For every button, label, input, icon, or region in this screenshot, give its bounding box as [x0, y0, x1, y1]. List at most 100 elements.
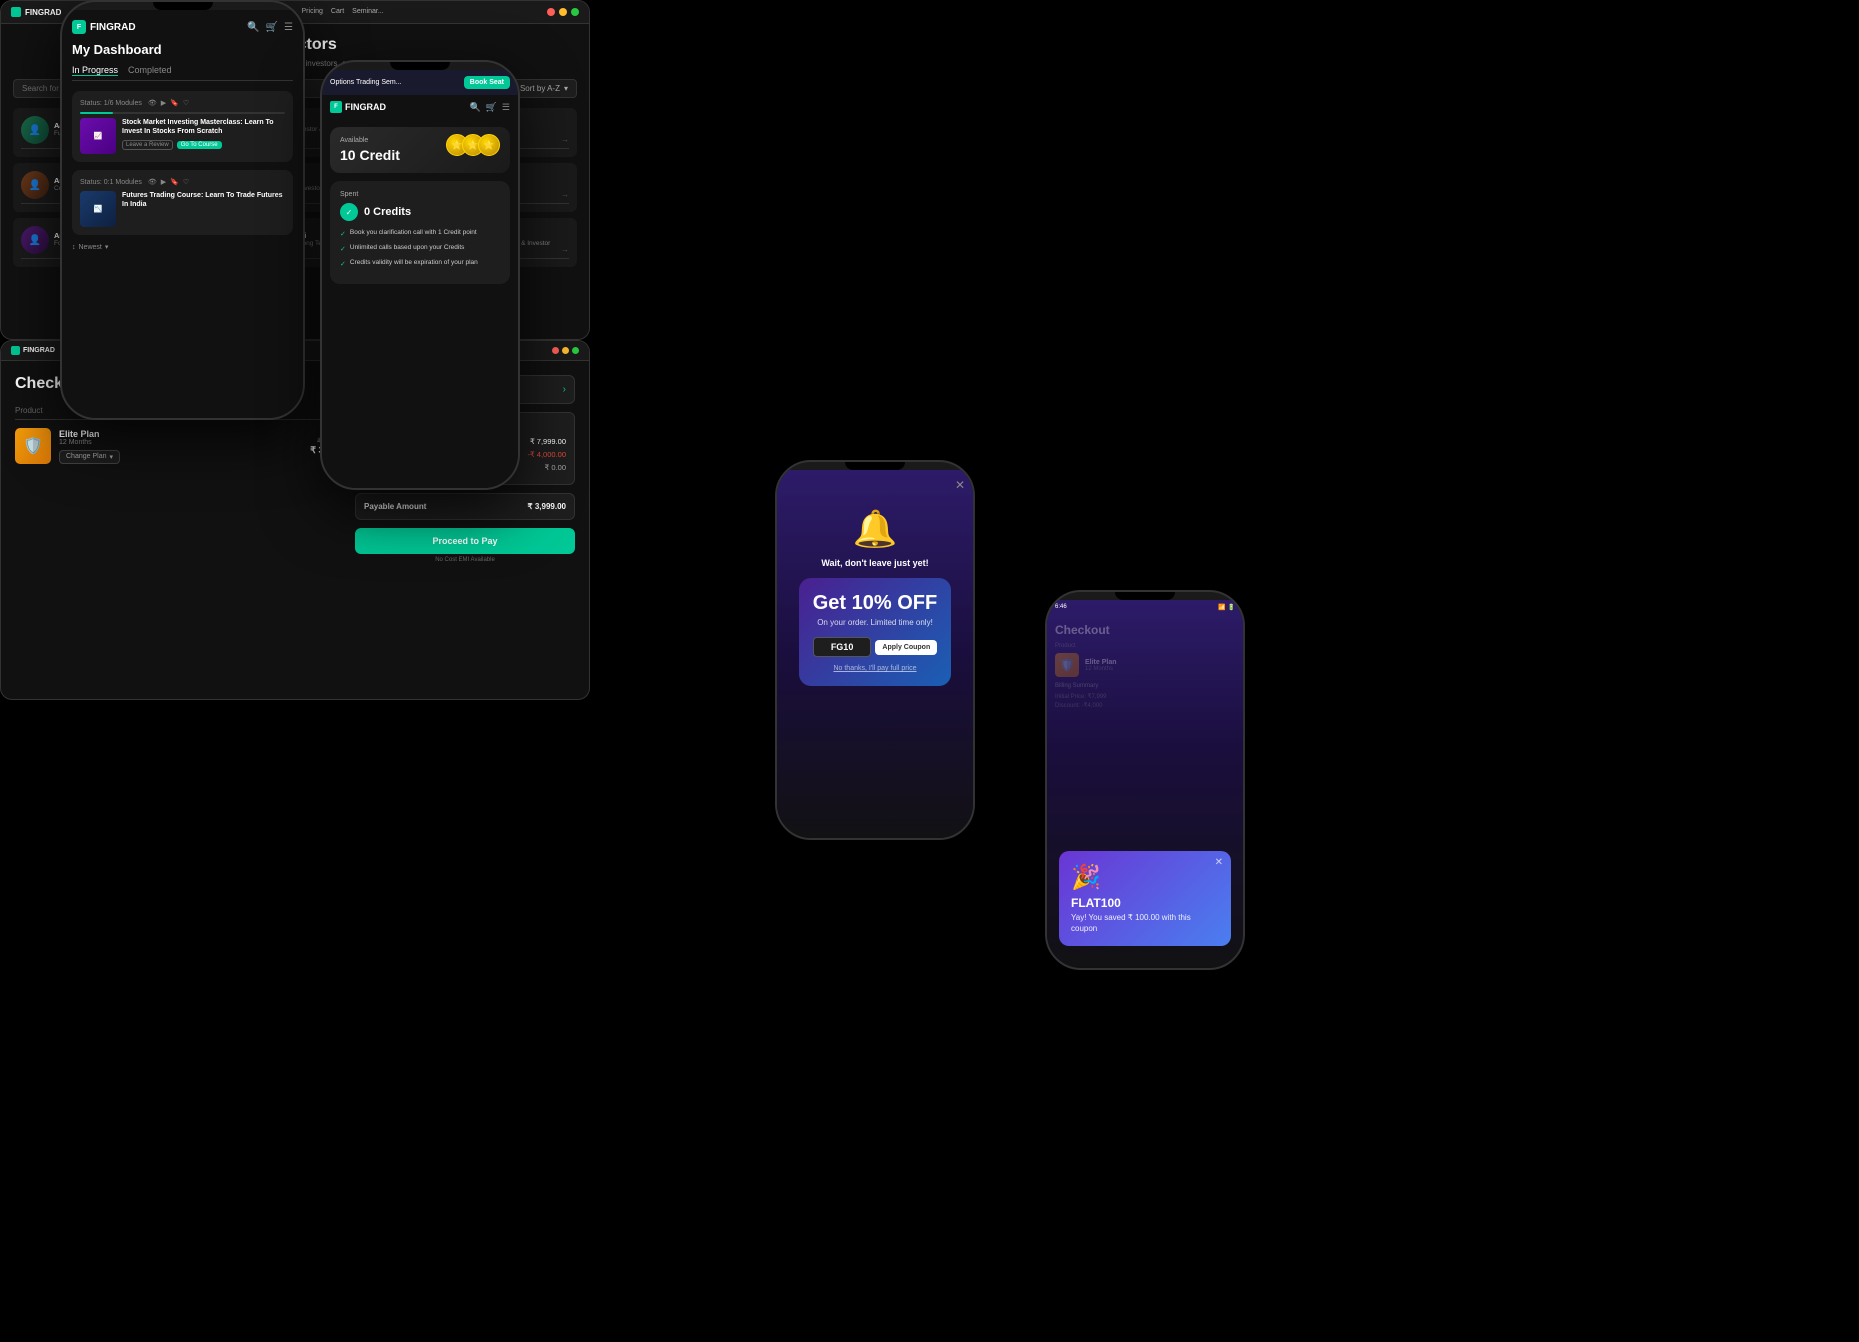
zero-credits-icon: ✓ [340, 203, 358, 221]
arrow-icon-5[interactable]: → [561, 190, 569, 199]
check-icon-3: ✓ [340, 260, 346, 269]
status-bar: 6:46 📶 🔋 [1047, 600, 1243, 615]
exit-popup-phone: ✕ 🔔 Wait, don't leave just yet! Get 10% … [775, 460, 975, 840]
search-icon-credits[interactable]: 🔍 [469, 102, 480, 113]
coin-3: ⭐ [478, 134, 500, 156]
benefit-1: ✓ Book you clarification call with 1 Cre… [340, 229, 500, 239]
exit-apply-coupon-button[interactable]: Apply Coupon [875, 640, 937, 655]
credits-nav: F FINGRAD 🔍 🛒 ☰ [322, 95, 518, 119]
co-close-btn[interactable] [552, 347, 559, 354]
phone-notch [153, 2, 213, 10]
party-emoji: 🎉 [1071, 863, 1219, 892]
exit-top-bar: ✕ [777, 470, 973, 500]
course-status-2: Status: 0:1 Modules 👁 ▶ 🔖 ♡ [80, 178, 285, 186]
phone-notch-3 [845, 462, 905, 470]
item-name: Elite Plan [59, 429, 302, 439]
tab-completed[interactable]: Completed [128, 65, 172, 76]
course-title-2: Futures Trading Course: Learn To Trade F… [122, 191, 285, 209]
co-window-controls [552, 347, 579, 354]
coupon-popup-close-icon[interactable]: ✕ [1215, 857, 1223, 868]
coupon-success-popup: ✕ 🎉 FLAT100 Yay! You saved ₹ 100.00 with… [1059, 851, 1231, 946]
window-controls [547, 8, 579, 16]
check-icon-1: ✓ [340, 230, 346, 239]
inst-logo-icon [11, 7, 21, 17]
credits-logo-icon: F [330, 101, 342, 113]
dashboard-phone: F FINGRAD 🔍 🛒 ☰ My Dashboard In Progress… [60, 0, 305, 420]
dashboard-tabs: In Progress Completed [72, 65, 293, 81]
bookmark-icon-2: 🔖 [170, 178, 179, 186]
exit-overlay: ✕ 🔔 Wait, don't leave just yet! Get 10% … [777, 470, 973, 840]
visibility-icon: 👁 [148, 99, 157, 107]
course-thumb-1: 📈 [80, 118, 116, 154]
cart-icon[interactable]: 🛒 [266, 22, 278, 33]
nav-cart[interactable]: Cart [331, 8, 344, 16]
maximize-button-win[interactable] [571, 8, 579, 16]
sort-dropdown[interactable]: Sort by A-Z ▾ [511, 79, 577, 98]
credits-course-title: Options Trading Sem... [330, 79, 402, 86]
item-thumbnail: 🛡️ [15, 428, 51, 464]
zero-credits-text: 0 Credits [364, 206, 411, 218]
exit-coupon-row: FG10 Apply Coupon [813, 637, 937, 657]
instructor-avatar-6: 👤 [21, 226, 49, 254]
sort-control[interactable]: ↕ Newest ▾ [72, 243, 293, 251]
spent-label: Spent [340, 191, 500, 198]
discount-heading: Get 10% OFF [813, 592, 937, 615]
checkout-item-row: 🛡️ Elite Plan 12 Months Change Plan ▾ ₹ … [15, 428, 341, 464]
book-seat-button[interactable]: Book Seat [464, 76, 510, 89]
proceed-to-pay-button[interactable]: Proceed to Pay [355, 528, 575, 554]
discount-sub: On your order. Limited time only! [813, 618, 937, 627]
coupon-saved-text: Yay! You saved ₹ 100.00 with this coupon [1071, 913, 1219, 934]
heart-icon: ♡ [183, 99, 189, 107]
phone-notch-4 [1115, 592, 1175, 600]
credits-logo: F FINGRAD [330, 101, 386, 113]
instructor-avatar-0: 👤 [21, 116, 49, 144]
exit-close-icon[interactable]: ✕ [955, 478, 965, 492]
coupon-arrow-icon: › [563, 384, 566, 395]
decline-link[interactable]: No thanks, I'll pay full price [813, 665, 937, 672]
emi-text: No Cost EMI Available [355, 557, 575, 563]
close-button-win[interactable] [547, 8, 555, 16]
progress-bar-1 [80, 112, 113, 114]
payable-label: Payable Amount [364, 502, 426, 511]
wait-text: Wait, don't leave just yet! [821, 558, 928, 568]
heart-icon-2: ♡ [183, 178, 189, 186]
cart-icon-credits[interactable]: 🛒 [486, 102, 497, 113]
dashboard-logo: F FINGRAD [72, 20, 136, 34]
menu-icon-credits[interactable]: ☰ [502, 102, 510, 113]
course-card-1: Status: 1/6 Modules 👁 ▶ 🔖 ♡ 📈 Stock Mark… [72, 91, 293, 162]
nav-pricing[interactable]: Pricing [302, 8, 323, 16]
fingrad-logo-text: FINGRAD [90, 22, 136, 33]
arrow-icon-8[interactable]: → [561, 245, 569, 254]
inst-logo: FINGRAD [11, 7, 61, 17]
change-plan-button[interactable]: Change Plan ▾ [59, 450, 120, 464]
coupon-code-title: FLAT100 [1071, 896, 1219, 910]
leave-review-button[interactable]: Leave a Review [122, 140, 173, 150]
course-thumb-2: 📉 [80, 191, 116, 227]
arrow-icon-2[interactable]: → [561, 135, 569, 144]
coupon-success-phone: 6:46 📶 🔋 Checkout Product 🛡️ Elite Plan … [1045, 590, 1245, 970]
minimize-button-win[interactable] [559, 8, 567, 16]
nav-seminar[interactable]: Seminar... [352, 8, 384, 16]
credit-amount: 10 Credit [340, 147, 400, 163]
payable-amount-box: Payable Amount ₹ 3,999.00 [355, 493, 575, 520]
search-icon[interactable]: 🔍 [247, 22, 259, 33]
dashboard-nav-icons: 🔍 🛒 ☰ [247, 22, 293, 33]
menu-icon[interactable]: ☰ [284, 22, 293, 33]
go-to-course-button[interactable]: Go To Course [177, 141, 222, 149]
bookmark-icon: 🔖 [170, 99, 179, 107]
co-max-btn[interactable] [572, 347, 579, 354]
exit-discount-card: Get 10% OFF On your order. Limited time … [799, 578, 951, 686]
check-icon-2: ✓ [340, 245, 346, 254]
visibility-icon-2: 👁 [148, 178, 157, 186]
item-duration: 12 Months [59, 439, 302, 446]
co-min-btn[interactable] [562, 347, 569, 354]
course-status-1: Status: 1/6 Modules 👁 ▶ 🔖 ♡ [80, 99, 285, 107]
credits-phone: Options Trading Sem... Book Seat F FINGR… [320, 60, 520, 490]
tab-in-progress[interactable]: In Progress [72, 65, 118, 76]
co-logo: FINGRAD [11, 346, 55, 355]
co-logo-icon [11, 346, 20, 355]
credits-nav-icons: 🔍 🛒 ☰ [469, 102, 510, 113]
dashboard-title: My Dashboard [72, 42, 293, 57]
benefit-2: ✓ Unlimited calls based upon your Credit… [340, 244, 500, 254]
chevron-down-icon: ▾ [564, 84, 568, 93]
